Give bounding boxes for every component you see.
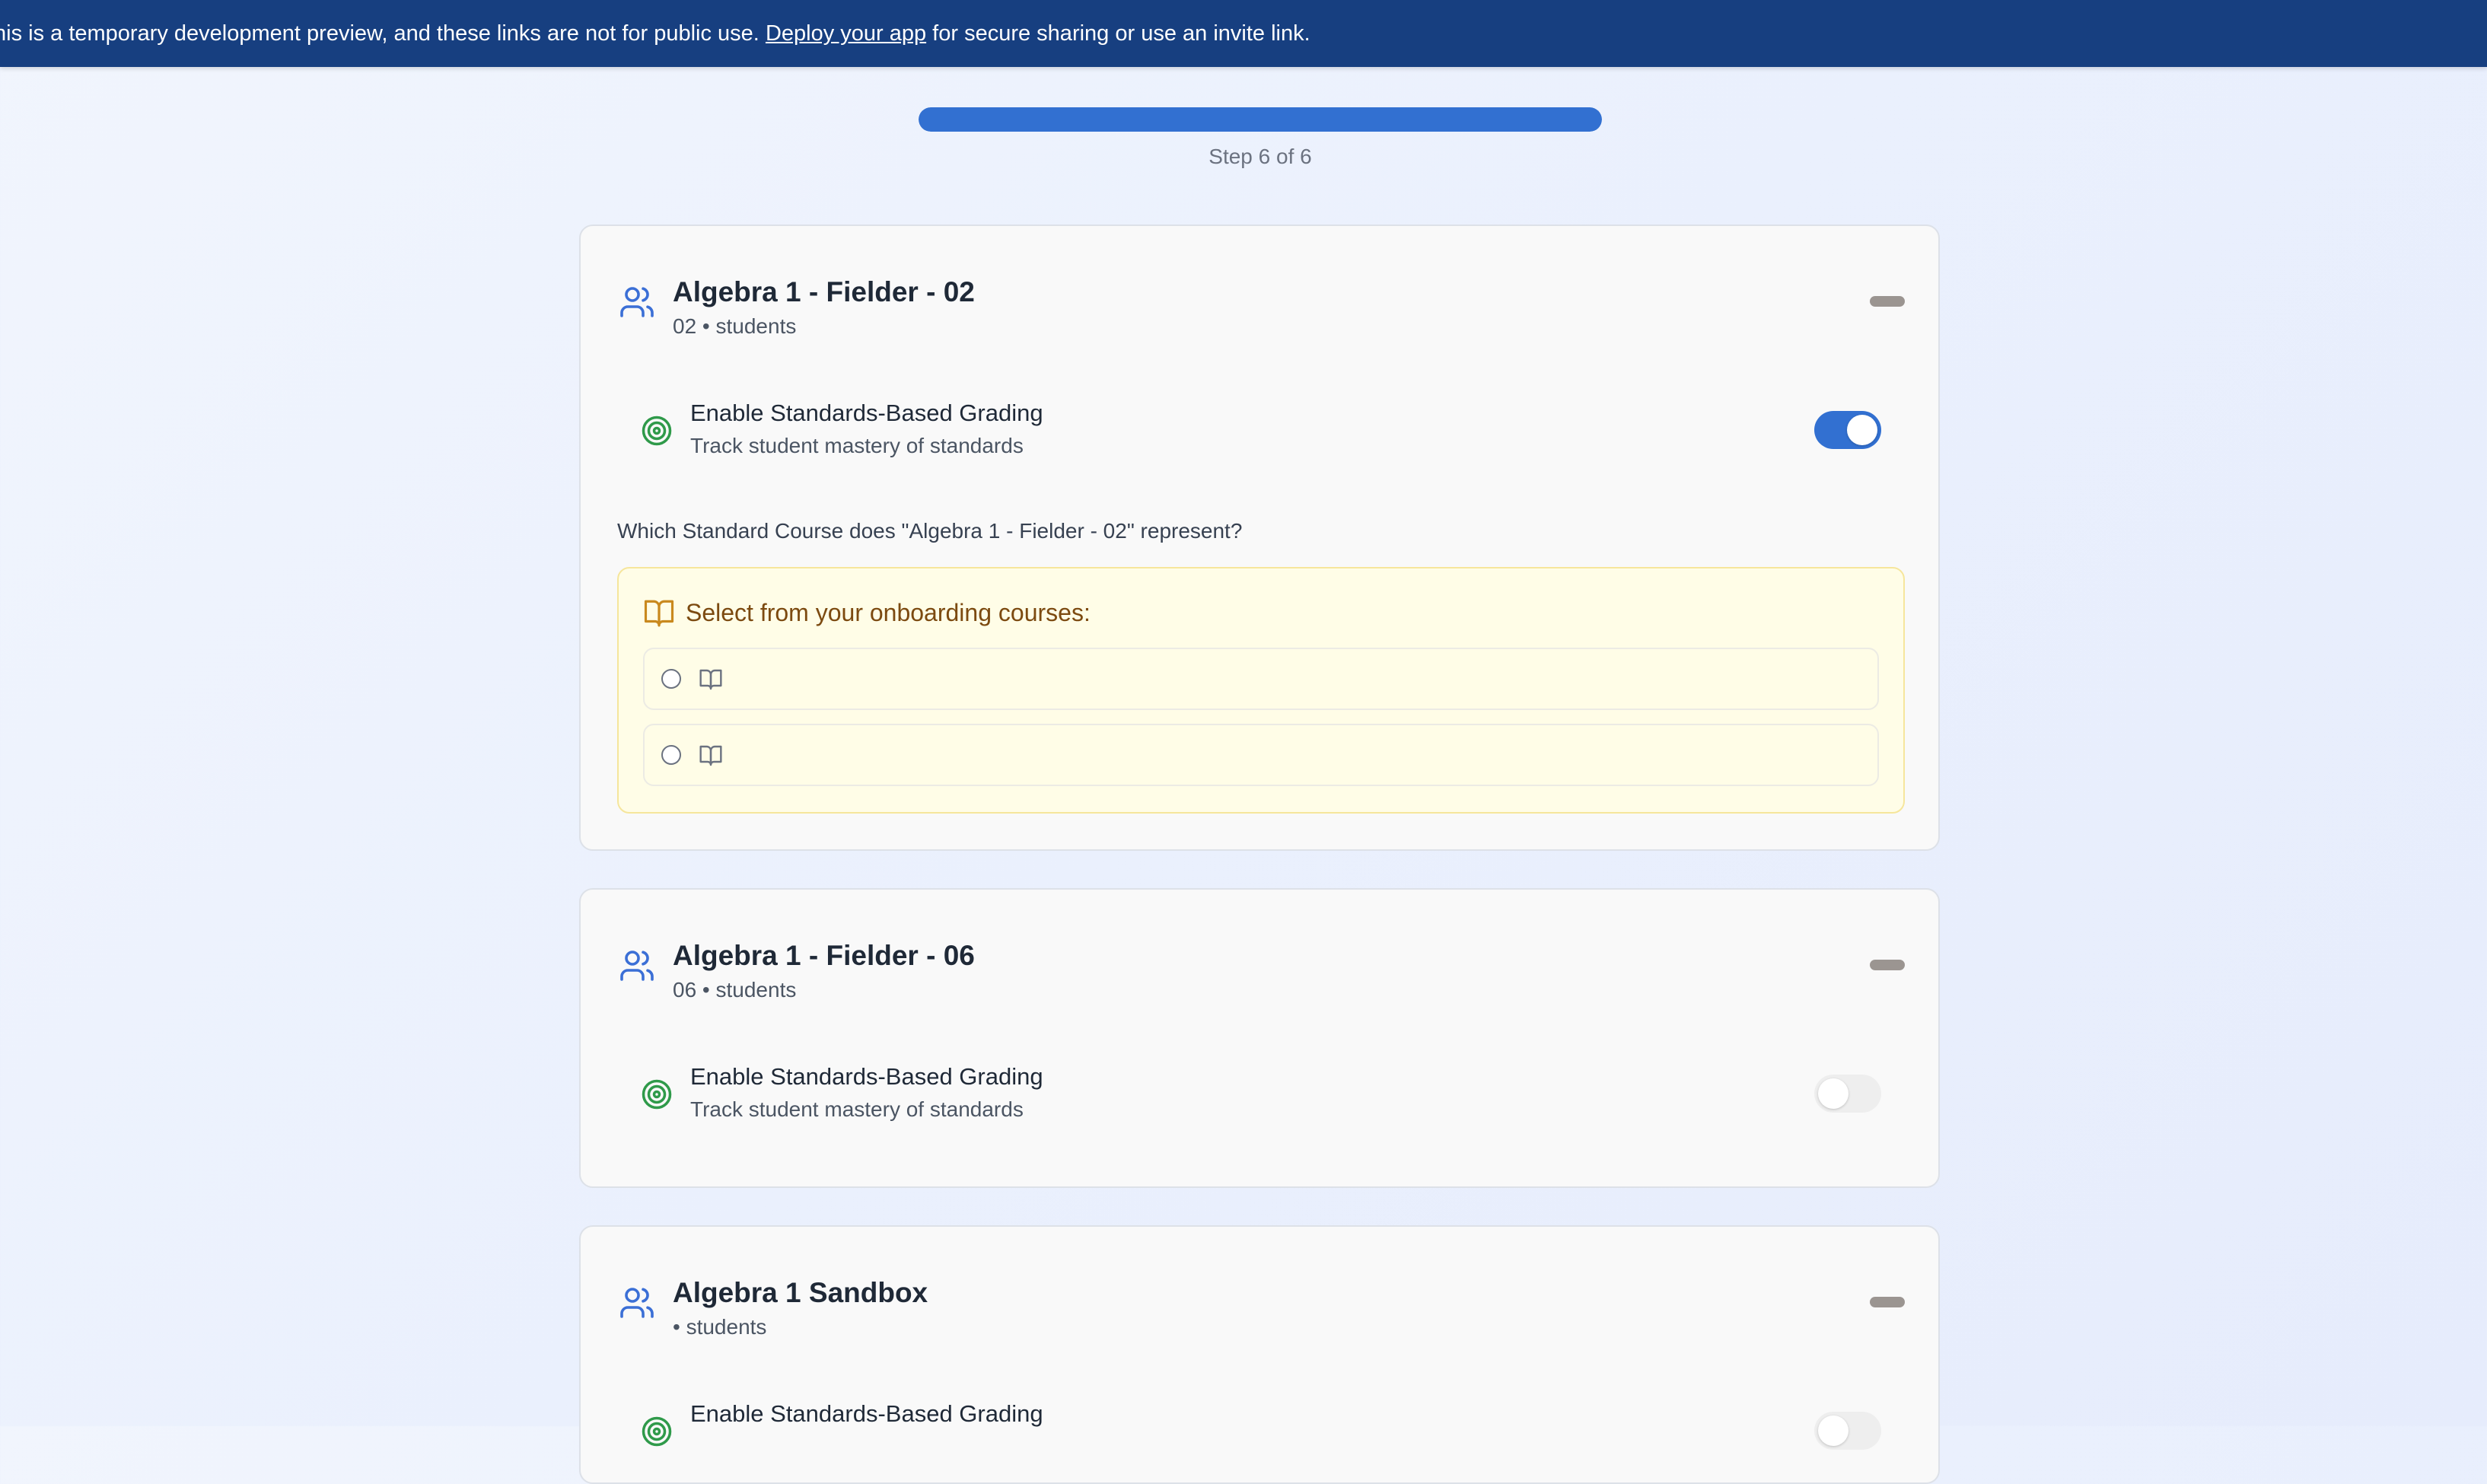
step-indicator: Step 6 of 6 (1208, 145, 1312, 168)
grading-subtitle: Track student mastery of standards (690, 1097, 1024, 1121)
course-question: Which Standard Course does "Algebra 1 - … (617, 519, 1243, 543)
class-subtitle: 06 • students (673, 978, 797, 1002)
toggle-knob (1818, 1078, 1849, 1109)
course-option[interactable] (643, 648, 1879, 710)
progress-bar (919, 107, 1602, 132)
class-card-fielder-02: Algebra 1 - Fielder - 02 02 • students E… (579, 225, 1940, 851)
grading-title: Enable Standards-Based Grading (690, 1400, 1043, 1427)
grading-toggle[interactable] (1814, 1412, 1881, 1450)
book-open-icon (699, 669, 722, 690)
target-icon (642, 1416, 672, 1447)
users-icon (620, 1288, 654, 1318)
banner-message: his is a temporary development preview, … (0, 18, 1310, 49)
target-icon (642, 416, 672, 446)
class-subtitle: • students (673, 1315, 767, 1339)
book-open-icon (644, 600, 674, 627)
progress-fill (919, 107, 1602, 132)
users-icon (620, 951, 654, 981)
class-title: Algebra 1 - Fielder - 02 (673, 276, 975, 307)
dev-preview-banner: his is a temporary development preview, … (0, 0, 2487, 67)
class-title: Algebra 1 - Fielder - 06 (673, 940, 975, 971)
target-icon (642, 1079, 672, 1110)
radio-button[interactable] (661, 745, 681, 765)
toggle-knob (1847, 415, 1877, 445)
banner-text-before: his is a temporary development preview, … (0, 21, 766, 46)
book-open-icon (699, 745, 722, 766)
grading-toggle[interactable] (1814, 1075, 1881, 1113)
grading-toggle[interactable] (1814, 411, 1881, 449)
onboarding-courses-panel: Select from your onboarding courses: (617, 567, 1905, 814)
banner-text-after: for secure sharing or use an invite link… (926, 21, 1310, 46)
collapse-button[interactable] (1870, 960, 1905, 970)
grading-subtitle: Track student mastery of standards (690, 434, 1024, 457)
class-card-sandbox: Algebra 1 Sandbox • students Enable Stan… (579, 1225, 1940, 1484)
select-courses-label: Select from your onboarding courses: (686, 599, 1091, 626)
collapse-button[interactable] (1870, 1297, 1905, 1307)
collapse-button[interactable] (1870, 296, 1905, 307)
class-title: Algebra 1 Sandbox (673, 1277, 928, 1308)
deploy-app-link[interactable]: Deploy your app (766, 21, 926, 46)
class-card-fielder-06: Algebra 1 - Fielder - 06 06 • students E… (579, 888, 1940, 1188)
grading-title: Enable Standards-Based Grading (690, 400, 1043, 426)
radio-button[interactable] (661, 669, 681, 689)
grading-title: Enable Standards-Based Grading (690, 1063, 1043, 1090)
users-icon (620, 287, 654, 317)
toggle-knob (1818, 1416, 1849, 1446)
course-option[interactable] (643, 724, 1879, 786)
class-subtitle: 02 • students (673, 314, 797, 338)
